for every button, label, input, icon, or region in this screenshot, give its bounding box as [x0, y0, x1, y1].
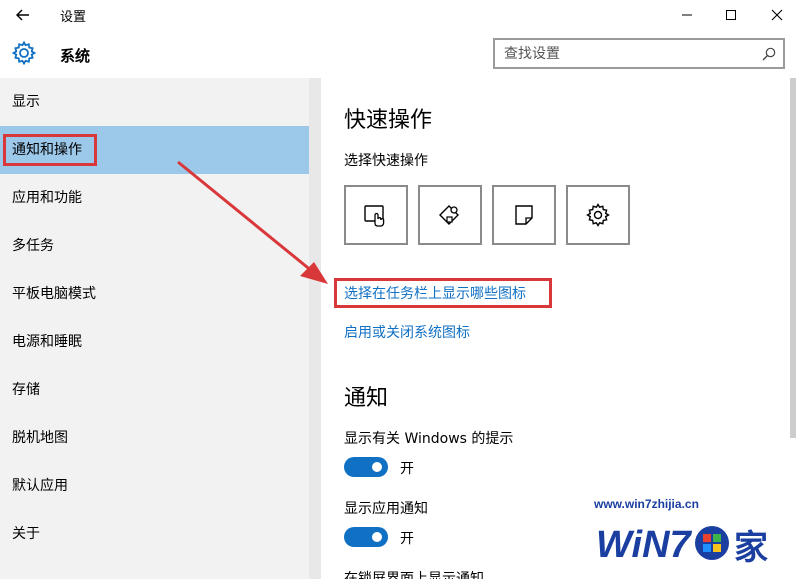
sidebar-item-about[interactable]: 关于 [0, 510, 309, 558]
header: 系统 [0, 30, 796, 78]
quick-actions-subheading: 选择快速操作 [344, 153, 428, 169]
watermark-url: www.win7zhijia.cn [594, 497, 699, 511]
minimize-button[interactable] [664, 0, 710, 30]
close-button[interactable] [754, 0, 796, 30]
tablet-mode-icon [364, 205, 385, 227]
sidebar-item-multitasking[interactable]: 多任务 [0, 222, 309, 270]
sidebar-item-power[interactable]: 电源和睡眠 [0, 318, 309, 366]
sidebar-item-offline-maps[interactable]: 脱机地图 [0, 414, 309, 462]
maximize-button[interactable] [708, 0, 754, 30]
toggle-knob [372, 462, 382, 472]
highlight-box-sidebar [3, 134, 97, 166]
search-icon[interactable] [761, 46, 777, 62]
sidebar: 显示 通知和操作 应用和功能 多任务 平板电脑模式 电源和睡眠 存储 脱机地图 … [0, 78, 309, 579]
windows-tips-state: 开 [400, 461, 414, 477]
watermark: www.win7zhijia.cn WiN7 家 [594, 497, 790, 577]
app-notifications-toggle[interactable] [344, 527, 388, 547]
win7-logo-icon: WiN7 家 [596, 524, 768, 568]
quick-action-settings[interactable] [566, 185, 630, 245]
note-icon [515, 205, 533, 225]
sidebar-item-tablet-mode[interactable]: 平板电脑模式 [0, 270, 309, 318]
window-title: 设置 [60, 10, 87, 25]
highlight-box-link [334, 278, 552, 308]
sidebar-item-display[interactable]: 显示 [0, 78, 309, 126]
back-button[interactable] [10, 3, 36, 27]
quick-action-tablet-mode[interactable] [344, 185, 408, 245]
title-bar: 设置 [0, 0, 796, 30]
quick-actions-heading: 快速操作 [344, 108, 433, 133]
app-notifications-state: 开 [400, 531, 414, 547]
toggle-knob [372, 532, 382, 542]
sidebar-item-storage[interactable]: 存储 [0, 366, 309, 414]
search-input[interactable] [495, 40, 745, 67]
sidebar-item-apps[interactable]: 应用和功能 [0, 174, 309, 222]
system-icons-link[interactable]: 启用或关闭系统图标 [344, 322, 470, 342]
sidebar-item-default-apps[interactable]: 默认应用 [0, 462, 309, 510]
minimize-icon [682, 14, 692, 16]
quick-action-location[interactable] [418, 185, 482, 245]
close-icon [771, 9, 783, 21]
app-notifications-label: 显示应用通知 [344, 501, 428, 517]
quick-action-note[interactable] [492, 185, 556, 245]
settings-gear-icon [586, 203, 610, 227]
svg-text:家: 家 [734, 528, 768, 568]
pane-divider [309, 78, 321, 579]
section-title: 系统 [60, 47, 91, 65]
windows-tips-toggle[interactable] [344, 457, 388, 477]
maximize-icon [726, 10, 736, 20]
search-box[interactable] [493, 38, 785, 69]
notifications-heading: 通知 [344, 386, 389, 411]
lockscreen-notifications-label: 在锁屏界面上显示通知 [344, 571, 484, 579]
location-icon [439, 205, 459, 225]
scrollbar[interactable] [790, 78, 796, 438]
arrow-left-icon [16, 9, 29, 21]
svg-text:WiN7: WiN7 [596, 524, 693, 566]
windows-tips-label: 显示有关 Windows 的提示 [344, 431, 514, 447]
system-gear-icon [11, 40, 37, 66]
